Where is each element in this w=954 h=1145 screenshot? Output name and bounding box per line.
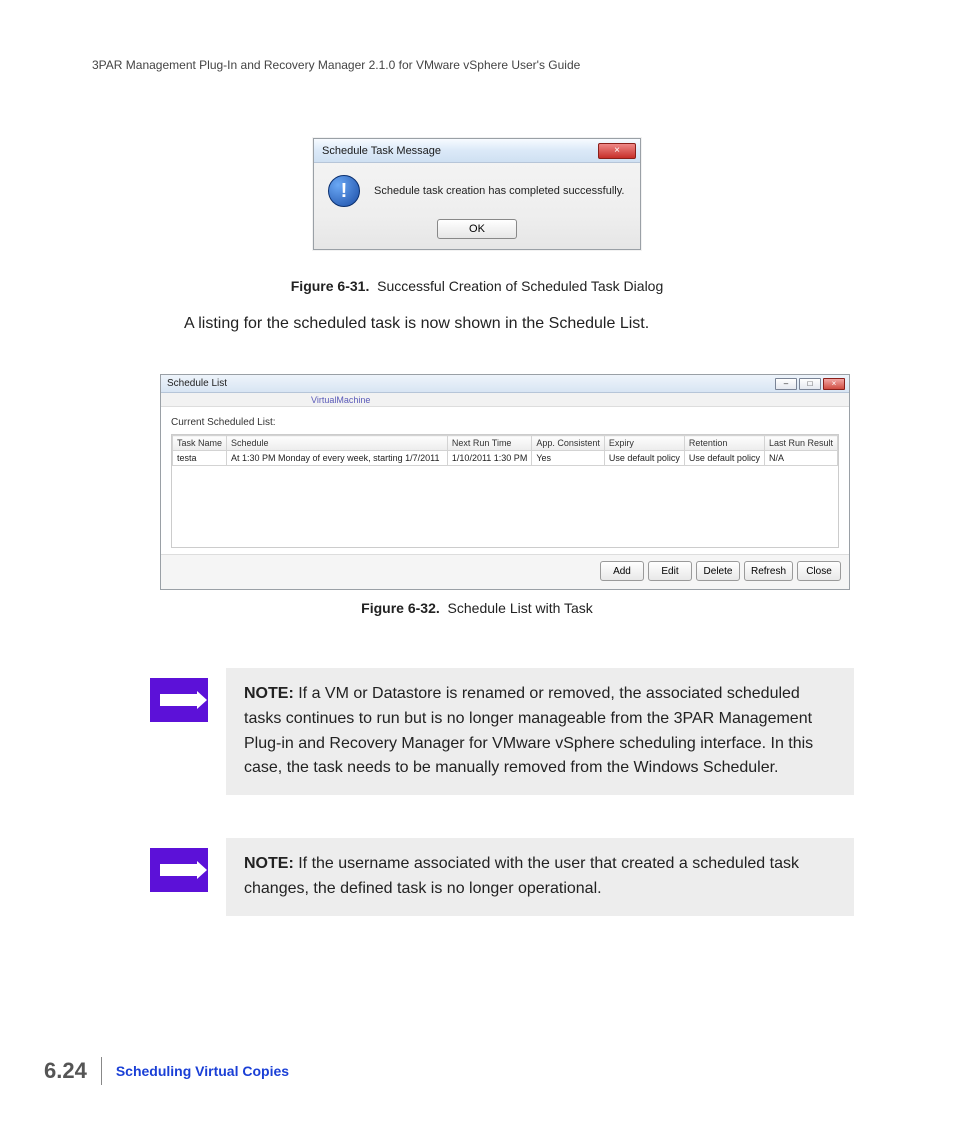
col-retention[interactable]: Retention [684, 436, 764, 451]
figure-text-2: Schedule List with Task [448, 600, 593, 616]
table-row[interactable]: testa At 1:30 PM Monday of every week, s… [173, 451, 838, 466]
ok-button[interactable]: OK [437, 219, 517, 239]
footer-separator [101, 1057, 102, 1085]
col-schedule[interactable]: Schedule [227, 436, 448, 451]
close-icon[interactable]: × [823, 378, 845, 390]
delete-button[interactable]: Delete [696, 561, 740, 581]
col-app-consistent[interactable]: App. Consistent [532, 436, 605, 451]
col-task-name[interactable]: Task Name [173, 436, 227, 451]
figure-label-2: Figure 6-32. [361, 600, 440, 616]
page-footer: 6.24 Scheduling Virtual Copies [44, 1057, 289, 1085]
note-prefix-2: NOTE: [244, 855, 294, 872]
cell-next-run: 1/10/2011 1:30 PM [447, 451, 531, 466]
window-controls: – □ × [775, 378, 845, 390]
cell-retention: Use default policy [684, 451, 764, 466]
table-header-row: Task Name Schedule Next Run Time App. Co… [173, 436, 838, 451]
note-body-1: If a VM or Datastore is renamed or remov… [244, 685, 813, 776]
dialog-body: ! Schedule task creation has completed s… [314, 163, 640, 215]
dialog-title: Schedule Task Message [322, 145, 598, 157]
schedule-list-subheader: VirtualMachine [161, 393, 849, 407]
cell-task-name: testa [173, 451, 227, 466]
refresh-button[interactable]: Refresh [744, 561, 793, 581]
schedule-button-row: Add Edit Delete Refresh Close [161, 554, 849, 589]
cell-app-consistent: Yes [532, 451, 605, 466]
cell-expiry: Use default policy [604, 451, 684, 466]
cell-schedule: At 1:30 PM Monday of every week, startin… [227, 451, 448, 466]
col-last-run[interactable]: Last Run Result [764, 436, 837, 451]
schedule-list-window: Schedule List – □ × VirtualMachine Curre… [160, 374, 850, 590]
figure-caption-2: Figure 6-32. Schedule List with Task [0, 600, 954, 616]
col-next-run[interactable]: Next Run Time [447, 436, 531, 451]
page-number: 6.24 [44, 1058, 87, 1084]
figure-caption-1: Figure 6-31. Successful Creation of Sche… [0, 278, 954, 294]
dialog-message: Schedule task creation has completed suc… [374, 185, 624, 197]
add-button[interactable]: Add [600, 561, 644, 581]
figure-label-1: Figure 6-31. [291, 278, 370, 294]
doc-header: 3PAR Management Plug-In and Recovery Man… [92, 58, 580, 72]
close-button[interactable]: Close [797, 561, 841, 581]
note-box-1: NOTE: If a VM or Datastore is renamed or… [226, 668, 854, 795]
schedule-table: Task Name Schedule Next Run Time App. Co… [172, 435, 838, 466]
schedule-task-message-dialog: Schedule Task Message × ! Schedule task … [313, 138, 641, 250]
note-body-2: If the username associated with the user… [244, 855, 799, 897]
col-expiry[interactable]: Expiry [604, 436, 684, 451]
info-icon: ! [328, 175, 360, 207]
schedule-table-wrap: Task Name Schedule Next Run Time App. Co… [171, 434, 839, 548]
figure-text-1: Successful Creation of Scheduled Task Di… [377, 278, 663, 294]
cell-last-run: N/A [764, 451, 837, 466]
paragraph-1: A listing for the scheduled task is now … [184, 312, 854, 335]
type-value: VirtualMachine [311, 395, 370, 405]
minimize-icon[interactable]: – [775, 378, 797, 390]
maximize-icon[interactable]: □ [799, 378, 821, 390]
schedule-list-title: Schedule List [167, 378, 775, 389]
dialog-figure: Schedule Task Message × ! Schedule task … [0, 138, 954, 250]
note-box-2: NOTE: If the username associated with th… [226, 838, 854, 916]
note-1: NOTE: If a VM or Datastore is renamed or… [150, 668, 854, 795]
schedule-list-inner: Current Scheduled List: Task Name Schedu… [161, 407, 849, 554]
dialog-titlebar: Schedule Task Message × [314, 139, 640, 163]
close-icon[interactable]: × [598, 143, 636, 159]
dialog-button-row: OK [314, 215, 640, 249]
section-title: Scheduling Virtual Copies [116, 1063, 289, 1079]
schedule-list-titlebar: Schedule List – □ × [161, 375, 849, 393]
note-2: NOTE: If the username associated with th… [150, 838, 854, 916]
note-arrow-icon [150, 678, 208, 722]
note-arrow-icon [150, 848, 208, 892]
edit-button[interactable]: Edit [648, 561, 692, 581]
note-prefix-1: NOTE: [244, 685, 294, 702]
current-scheduled-list-label: Current Scheduled List: [171, 417, 839, 428]
